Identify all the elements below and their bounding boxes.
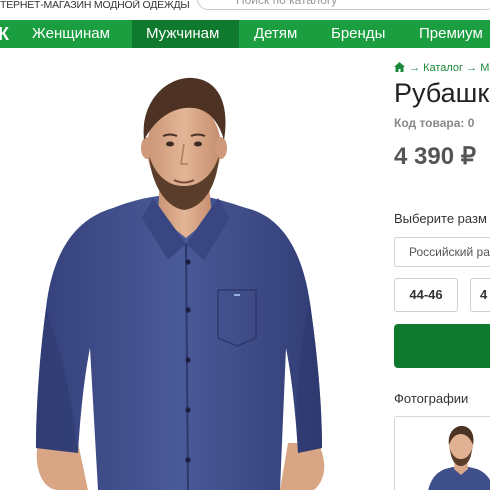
breadcrumb-separator: →: [409, 62, 420, 74]
search-box[interactable]: [197, 0, 490, 10]
nav-item-women[interactable]: Женщинам: [22, 20, 128, 48]
nav-item-premium[interactable]: Премиум: [419, 20, 483, 48]
breadcrumb: → Каталог → М: [394, 62, 489, 74]
thumbnail-image: [428, 425, 490, 490]
size-system-select[interactable]: Российский ра: [394, 237, 490, 267]
breadcrumb-next[interactable]: М: [480, 62, 489, 74]
size-label: Выберите разм: [394, 211, 487, 226]
breadcrumb-catalog[interactable]: Каталог: [423, 62, 463, 74]
size-option[interactable]: 4: [470, 278, 490, 312]
nav-item-brands[interactable]: Бренды: [331, 20, 385, 48]
photos-label: Фотографии: [394, 391, 469, 406]
photo-thumbnail[interactable]: [394, 416, 490, 490]
store-tagline: ТЕРНЕТ-МАГАЗИН МОДНОЙ ОДЕЖДЫ: [0, 0, 190, 11]
size-option[interactable]: 44-46: [394, 278, 458, 312]
product-photo[interactable]: [18, 48, 348, 490]
nav-edge-glyph: К: [0, 24, 9, 44]
product-price: 4 390 ₽: [394, 143, 476, 170]
search-input[interactable]: [198, 0, 490, 9]
product-title: Рубашк: [394, 78, 490, 108]
product-code: Код товара: 0: [394, 116, 475, 130]
main-nav: К Женщинам Мужчинам Детям Бренды Премиум: [0, 20, 490, 48]
top-header: ТЕРНЕТ-МАГАЗИН МОДНОЙ ОДЕЖДЫ: [0, 0, 490, 20]
nav-item-kids[interactable]: Детям: [254, 20, 297, 48]
nav-item-men[interactable]: Мужчинам: [132, 20, 239, 48]
home-icon[interactable]: [394, 62, 405, 72]
breadcrumb-separator: →: [466, 62, 478, 74]
page: ТЕРНЕТ-МАГАЗИН МОДНОЙ ОДЕЖДЫ К Женщинам …: [0, 0, 490, 490]
add-to-cart-button[interactable]: [394, 324, 490, 368]
